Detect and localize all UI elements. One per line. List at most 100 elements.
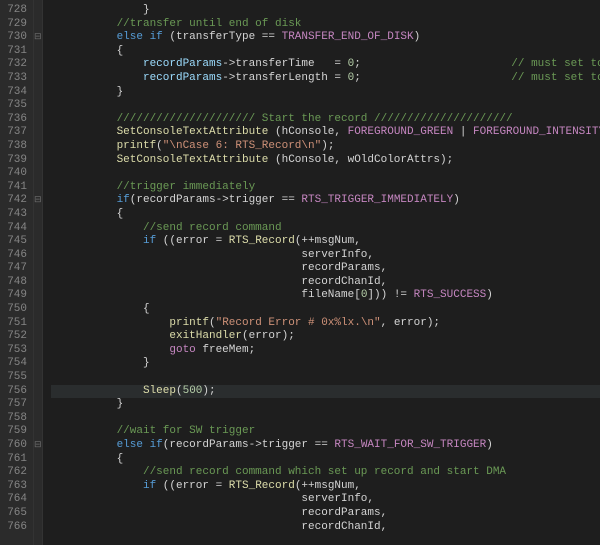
code-line[interactable]: recordParams->transferLength = 0;// must…: [51, 72, 600, 86]
code-line[interactable]: ///////////////////// Start the record /…: [51, 113, 600, 127]
line-number[interactable]: 763: [4, 480, 27, 494]
line-number[interactable]: 765: [4, 507, 27, 521]
line-number[interactable]: 749: [4, 289, 27, 303]
line-number[interactable]: 753: [4, 344, 27, 358]
code-line[interactable]: recordChanId,: [51, 276, 600, 290]
token-op: (recordParams->trigger ==: [163, 439, 335, 451]
code-line[interactable]: [51, 412, 600, 426]
line-number[interactable]: 745: [4, 235, 27, 249]
code-line[interactable]: //trigger immediately: [51, 181, 600, 195]
line-number[interactable]: 731: [4, 45, 27, 59]
code-line[interactable]: recordChanId,: [51, 521, 600, 535]
line-number[interactable]: 756: [4, 385, 27, 399]
code-line[interactable]: //transfer until end of disk: [51, 18, 600, 32]
code-line[interactable]: SetConsoleTextAttribute (hConsole, wOldC…: [51, 154, 600, 168]
line-number[interactable]: 760: [4, 439, 27, 453]
token-const: RTS_SUCCESS: [414, 289, 487, 301]
line-number[interactable]: 746: [4, 249, 27, 263]
token-op: fileName[: [301, 289, 360, 301]
code-line[interactable]: //send record command which set up recor…: [51, 466, 600, 480]
line-number[interactable]: 754: [4, 357, 27, 371]
token-op: |: [453, 126, 473, 138]
line-number[interactable]: 730: [4, 31, 27, 45]
code-line[interactable]: }: [51, 4, 600, 18]
code-line[interactable]: else if(recordParams->trigger == RTS_WAI…: [51, 439, 600, 453]
line-number[interactable]: 744: [4, 222, 27, 236]
line-number[interactable]: 750: [4, 303, 27, 317]
line-number[interactable]: 734: [4, 86, 27, 100]
code-line[interactable]: printf("Record Error # 0x%lx.\n", error)…: [51, 317, 600, 331]
line-number[interactable]: 741: [4, 181, 27, 195]
code-line[interactable]: //send record command: [51, 222, 600, 236]
token-op: ->transferLength =: [222, 72, 347, 84]
token-op: {: [117, 208, 124, 220]
line-number[interactable]: 755: [4, 371, 27, 385]
fold-column[interactable]: ⊟ ⊟ ⊟: [34, 0, 43, 545]
code-line[interactable]: {: [51, 303, 600, 317]
line-number[interactable]: 737: [4, 126, 27, 140]
code-line[interactable]: //wait for SW trigger: [51, 425, 600, 439]
line-number-gutter[interactable]: 7287297307317327337347357367377387397407…: [0, 0, 34, 545]
code-line[interactable]: if(recordParams->trigger == RTS_TRIGGER_…: [51, 194, 600, 208]
code-line[interactable]: goto freeMem;: [51, 344, 600, 358]
line-number[interactable]: 729: [4, 18, 27, 32]
fold-marker[interactable]: ⊟: [34, 194, 42, 208]
code-line[interactable]: }: [51, 357, 600, 371]
token-kw: else if: [117, 31, 163, 43]
fold-marker[interactable]: ⊟: [34, 439, 42, 453]
line-number[interactable]: 735: [4, 99, 27, 113]
code-line[interactable]: serverInfo,: [51, 493, 600, 507]
code-line[interactable]: }: [51, 398, 600, 412]
line-number[interactable]: 743: [4, 208, 27, 222]
code-line[interactable]: [51, 167, 600, 181]
code-line[interactable]: recordParams->transferTime = 0;// must s…: [51, 58, 600, 72]
line-number[interactable]: 728: [4, 4, 27, 18]
code-line[interactable]: if ((error = RTS_Record(++msgNum,: [51, 235, 600, 249]
code-line[interactable]: recordParams,: [51, 507, 600, 521]
fold-marker[interactable]: ⊟: [34, 31, 42, 45]
line-number[interactable]: 742: [4, 194, 27, 208]
line-number[interactable]: 752: [4, 330, 27, 344]
code-line[interactable]: {: [51, 208, 600, 222]
code-line[interactable]: exitHandler(error);: [51, 330, 600, 344]
line-number[interactable]: 740: [4, 167, 27, 181]
line-number[interactable]: 732: [4, 58, 27, 72]
line-number[interactable]: 733: [4, 72, 27, 86]
token-cmt: //send record command: [143, 222, 282, 234]
code-line[interactable]: [51, 99, 600, 113]
code-line[interactable]: else if (transferType == TRANSFER_END_OF…: [51, 31, 600, 45]
code-line[interactable]: if ((error = RTS_Record(++msgNum,: [51, 480, 600, 494]
code-line[interactable]: fileName[0])) != RTS_SUCCESS): [51, 289, 600, 303]
code-line[interactable]: serverInfo,: [51, 249, 600, 263]
line-number[interactable]: 757: [4, 398, 27, 412]
line-number[interactable]: 747: [4, 262, 27, 276]
line-number[interactable]: 761: [4, 453, 27, 467]
token-const: FOREGROUND_INTENSITY: [473, 126, 600, 138]
code-line[interactable]: Sleep(500);: [51, 385, 600, 399]
line-number[interactable]: 764: [4, 493, 27, 507]
token-op: (recordParams->trigger ==: [130, 194, 302, 206]
code-line[interactable]: {: [51, 45, 600, 59]
code-line[interactable]: }: [51, 86, 600, 100]
fold-marker: [34, 72, 42, 86]
fold-marker: [34, 303, 42, 317]
code-line[interactable]: [51, 371, 600, 385]
line-number[interactable]: 762: [4, 466, 27, 480]
line-number[interactable]: 766: [4, 521, 27, 535]
line-number[interactable]: 758: [4, 412, 27, 426]
line-number[interactable]: 738: [4, 140, 27, 154]
line-number[interactable]: 759: [4, 425, 27, 439]
line-number[interactable]: 739: [4, 154, 27, 168]
code-area[interactable]: } //transfer until end of disk else if (…: [43, 0, 600, 545]
fold-marker: [34, 18, 42, 32]
code-line[interactable]: {: [51, 453, 600, 467]
code-line[interactable]: recordParams,: [51, 262, 600, 276]
token-op: ): [453, 194, 460, 206]
line-number[interactable]: 748: [4, 276, 27, 290]
line-number[interactable]: 751: [4, 317, 27, 331]
fold-marker: [34, 317, 42, 331]
code-line[interactable]: SetConsoleTextAttribute (hConsole, FOREG…: [51, 126, 600, 140]
code-line[interactable]: printf("\nCase 6: RTS_Record\n");: [51, 140, 600, 154]
line-number[interactable]: 736: [4, 113, 27, 127]
line-comment: // must set to 0: [511, 72, 600, 86]
